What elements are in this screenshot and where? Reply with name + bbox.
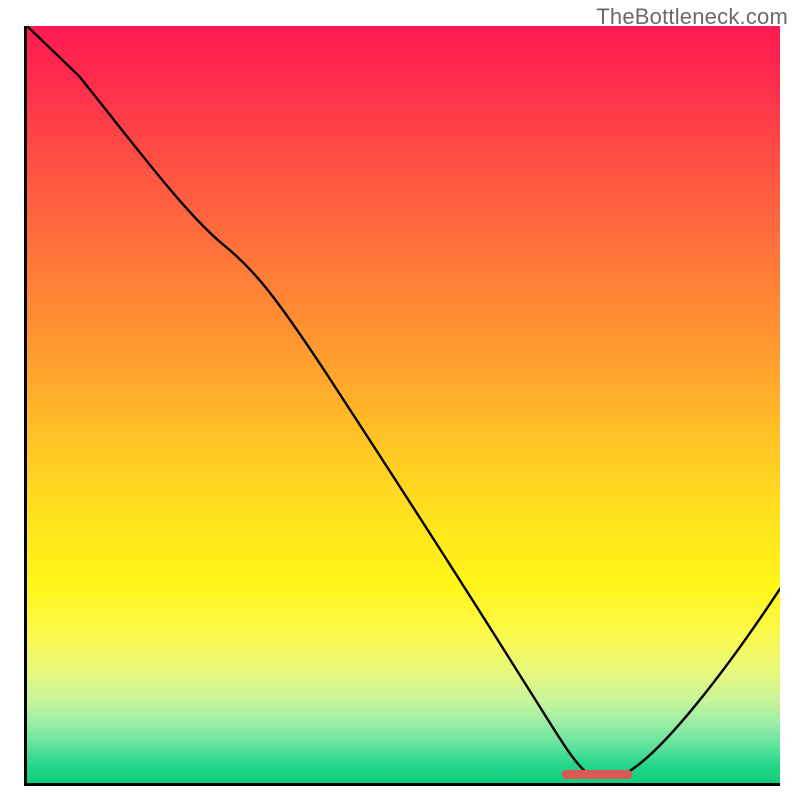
background-gradient [27,26,780,783]
chart-area [24,26,780,786]
watermark-text: TheBottleneck.com [596,4,788,30]
optimal-range-marker [562,770,632,779]
